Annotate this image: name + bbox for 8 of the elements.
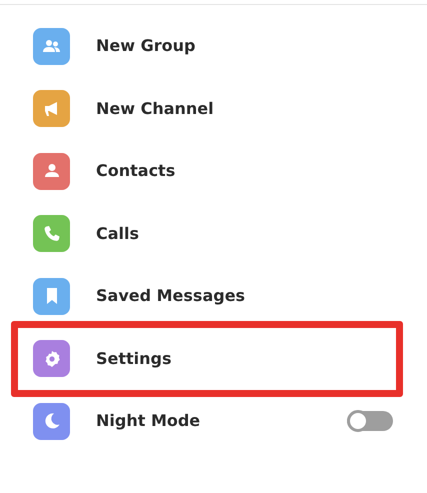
menu-item[interactable]: Calls bbox=[96, 222, 140, 246]
toggle-switch[interactable] bbox=[347, 411, 393, 432]
menu-item[interactable]: Saved Messages bbox=[96, 284, 246, 308]
menu-item[interactable]: Night Mode bbox=[96, 409, 200, 434]
menu-item[interactable]: New Channel bbox=[96, 96, 214, 121]
menu-item[interactable]: Contacts bbox=[96, 159, 176, 184]
menu-item[interactable]: New Group bbox=[96, 34, 196, 58]
menu-item[interactable]: Settings bbox=[96, 346, 172, 371]
